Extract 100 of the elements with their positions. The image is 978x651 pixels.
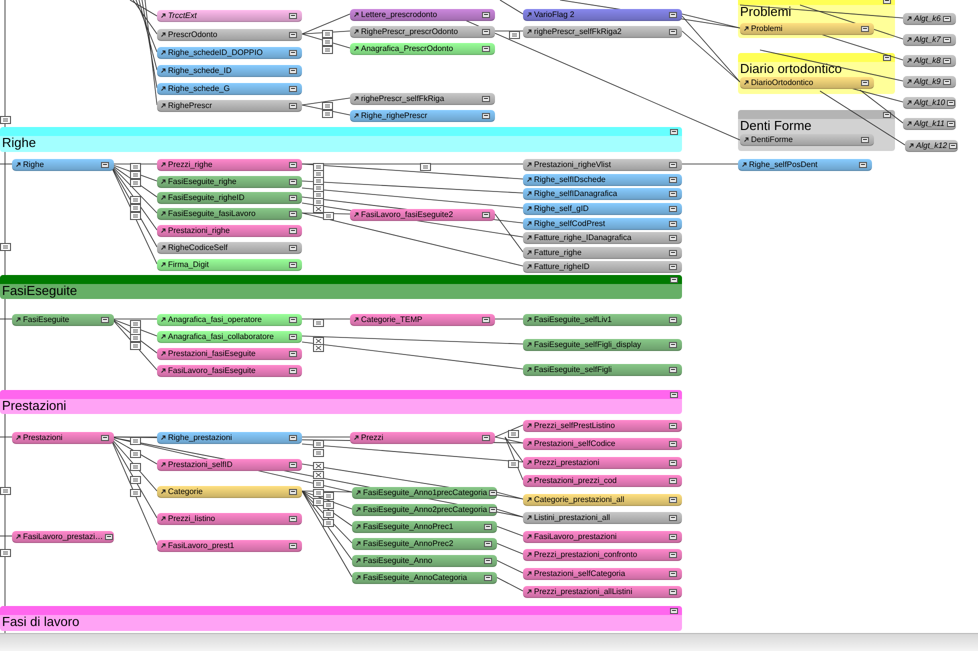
table-node[interactable]: Algt_k7 [903,34,956,46]
table-node[interactable]: Righe_selfIDanagrafica [523,188,682,200]
collapse-icon[interactable] [669,460,677,466]
collapse-icon[interactable] [947,100,956,106]
table-node[interactable]: Categorie_TEMP [350,314,495,326]
collapse-icon[interactable] [101,434,109,440]
table-node[interactable]: Categorie_prestazioni_all [523,494,682,506]
table-node[interactable]: Anagrafica_PrescrOdonto [350,43,495,55]
table-node[interactable]: FasiEseguite [12,314,114,326]
table-node[interactable]: Prezzi_prestazioni_confronto [523,549,682,561]
collapse-icon[interactable] [861,80,869,86]
table-node[interactable]: Prestazioni_fasiEseguite [157,348,302,360]
collapse-icon[interactable] [669,478,677,484]
collapse-icon[interactable] [669,316,677,322]
collapse-icon[interactable] [289,102,297,108]
collapse-icon[interactable] [482,96,490,102]
collapse-icon[interactable] [289,542,297,548]
collapse-icon[interactable] [484,558,492,564]
collapse-icon[interactable] [482,434,490,440]
table-node[interactable]: Prezzi [350,432,495,444]
collapse-icon[interactable] [289,178,297,184]
collapse-icon[interactable] [289,210,297,216]
table-node[interactable]: Righe_schede_ID [157,65,302,77]
table-node[interactable]: Algt_k11 [903,118,956,130]
table-node[interactable]: Listini_prestazioni_all [523,512,682,524]
table-node[interactable]: Righe_righePrescr [350,110,495,122]
table-node[interactable]: FasiEseguite_righe [157,176,302,188]
collapse-icon[interactable] [289,462,297,468]
table-node[interactable]: Prestazioni_prezzi_cod [523,475,682,487]
table-node[interactable]: Prestazioni [12,432,114,444]
collapse-icon[interactable] [289,86,297,92]
collapse-icon[interactable] [669,12,677,18]
table-node[interactable]: Prestazioni_selfCategoria [523,568,682,580]
collapse-icon[interactable] [289,316,297,322]
table-node[interactable]: FasiEseguite_selfLiv1 [523,314,682,326]
table-node[interactable]: Prestazioni_selfCodice [523,438,682,450]
table-node[interactable]: FasiLavoro_prest1 [157,540,302,552]
table-node[interactable]: Righe_selfPosDent [738,159,872,171]
table-node[interactable]: FasiEseguite_Anno1precCategoria [352,487,497,499]
table-node[interactable]: FasiLavoro_fasiEseguite2 [350,209,495,221]
collapse-icon[interactable] [289,350,297,356]
collapse-icon[interactable] [669,206,677,212]
collapse-icon[interactable] [669,162,677,168]
collapse-icon[interactable] [669,342,677,348]
table-node[interactable]: Prezzi_prestazioni [523,457,682,469]
table-node[interactable]: Prezzi_prestazioni_allListini [523,586,682,598]
collapse-icon[interactable] [943,58,951,64]
table-node[interactable]: FasiEseguite_selfFigli_display [523,339,682,351]
table-node[interactable]: FasiEseguite_Anno2precCategoria [352,504,497,516]
collapse-icon[interactable] [482,28,490,34]
collapse-icon[interactable] [289,368,297,374]
collapse-icon[interactable] [484,574,492,580]
collapse-icon[interactable] [946,120,955,126]
table-node[interactable]: RighePrescr [157,100,302,112]
table-node[interactable]: Fatture_righeID [523,261,682,273]
table-node[interactable]: Firma_Digit [157,259,302,271]
collapse-icon[interactable] [943,36,951,42]
collapse-icon[interactable] [289,50,297,56]
collapse-icon[interactable] [670,608,678,614]
collapse-icon[interactable] [943,16,951,22]
table-node[interactable]: TrcctExt [157,10,302,22]
collapse-icon[interactable] [669,514,677,520]
table-node[interactable]: FasiEseguite_AnnoPrec2 [352,538,497,550]
table-node[interactable]: FasiEseguite_righeID [157,192,302,204]
collapse-icon[interactable] [289,434,297,440]
table-node[interactable]: FasiLavoro_fasiEseguite [157,365,302,377]
collapse-icon[interactable] [670,392,678,398]
collapse-icon[interactable] [482,316,490,322]
table-node[interactable]: VarioFlag 2 [523,9,682,21]
table-node[interactable]: Algt_k8 [903,55,956,67]
table-node[interactable]: Prezzi_selfPrestListino [523,420,682,432]
collapse-icon[interactable] [482,112,490,118]
table-node[interactable]: Anagrafica_fasi_operatore [157,314,302,326]
collapse-icon[interactable] [669,440,677,446]
collapse-icon[interactable] [489,506,498,512]
collapse-icon[interactable] [861,26,869,32]
table-node[interactable]: FasiEseguite_AnnoPrec1 [352,521,497,533]
table-node[interactable]: Problemi [740,23,874,35]
table-node[interactable]: Lettere_prescrodonto [350,9,495,21]
collapse-icon[interactable] [289,244,297,250]
table-node[interactable]: FasiLavoro_prestazi… [12,531,114,543]
table-node[interactable]: RighePrescr_prescrOdonto [350,26,495,38]
collapse-icon[interactable] [101,162,109,168]
table-node[interactable]: Righe_schedeID_DOPPIO [157,47,302,59]
collapse-icon[interactable] [289,334,297,340]
collapse-icon[interactable] [670,128,678,134]
table-node[interactable]: Righe_schede_G [157,83,302,95]
collapse-icon[interactable] [949,142,958,148]
collapse-icon[interactable] [859,162,867,168]
collapse-icon[interactable] [289,516,297,522]
table-node[interactable]: Righe [12,159,114,171]
collapse-icon[interactable] [943,78,951,84]
table-node[interactable]: Fatture_righe_IDanagrafica [523,232,682,244]
collapse-icon[interactable] [289,262,297,268]
collapse-icon[interactable] [669,422,677,428]
table-node[interactable]: FasiEseguite_selfFigli [523,364,682,376]
collapse-icon[interactable] [289,228,297,234]
table-node[interactable]: Righe_selfCodPrest [523,218,682,230]
table-node[interactable]: Algt_k10 [903,97,956,109]
collapse-icon[interactable] [289,162,297,168]
